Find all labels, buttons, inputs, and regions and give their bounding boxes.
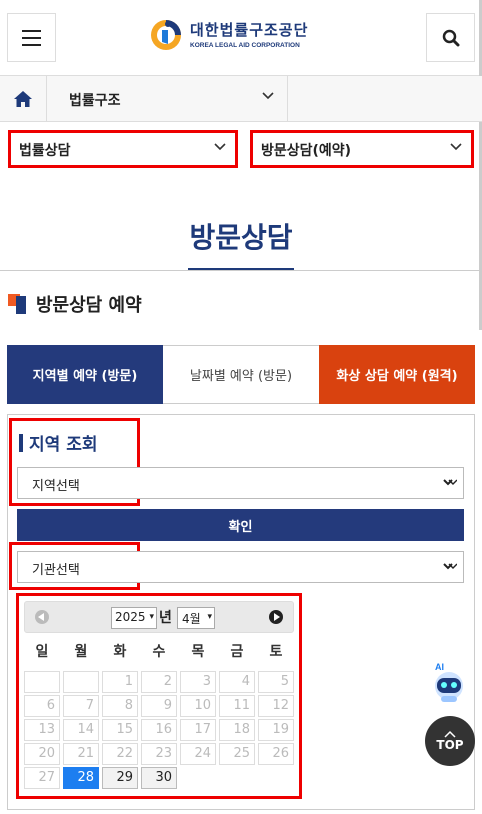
menu-button[interactable] <box>7 13 56 62</box>
breadcrumb-level1-label: 법률구조 <box>69 93 121 109</box>
logo-title: 대한법률구조공단 <box>190 21 309 39</box>
chevron-down-icon <box>443 479 457 486</box>
calendar-day: 3 <box>180 671 216 693</box>
calendar-day: 11 <box>219 695 255 717</box>
calendar-day: 27 <box>24 767 60 789</box>
prev-month-icon[interactable] <box>35 610 49 624</box>
scroll-top-label: TOP <box>436 738 464 752</box>
page-title: 방문상담 <box>189 221 293 254</box>
weekday-label: 월 <box>74 644 88 660</box>
section-square-icon <box>8 294 28 314</box>
calendar-day: 12 <box>258 695 294 717</box>
breadcrumb-level2-select[interactable]: 법률상담 <box>8 130 238 168</box>
year-suffix: 년 <box>159 610 172 626</box>
organization-select-value: 기관선택 <box>32 563 80 578</box>
calendar-day: 26 <box>258 743 294 765</box>
tab-video-remote[interactable]: 화상 상담 예약 (원격) <box>319 345 475 404</box>
calendar-day: 10 <box>180 695 216 717</box>
next-month-icon[interactable] <box>269 610 283 624</box>
calendar-header: 2025 ▾ 년 4월 ▾ <box>24 601 294 633</box>
breadcrumb-level3-label: 방문상담(예약) <box>261 143 352 159</box>
calendar-day: 5 <box>258 671 294 693</box>
home-button[interactable] <box>0 76 47 121</box>
section-title: 방문상담 예약 <box>36 295 142 316</box>
breadcrumb-level1-select[interactable]: 법률구조 <box>47 76 288 121</box>
search-button[interactable] <box>426 13 475 62</box>
calendar-day: 18 <box>219 719 255 741</box>
calendar-day: 16 <box>141 719 177 741</box>
calendar-day: 7 <box>63 695 99 717</box>
home-icon <box>14 90 32 107</box>
calendar-day <box>24 671 60 693</box>
hamburger-icon <box>22 29 41 32</box>
calendar-day: 23 <box>141 743 177 765</box>
tab-region-visit[interactable]: 지역별 예약 (방문) <box>7 345 163 404</box>
calendar: 2025 ▾ 년 4월 ▾ 일월화수목금토 1 2 3 4 5 6 7 8 9 10 11 12 13 1… <box>20 597 296 793</box>
calendar-day: 1 <box>102 671 138 693</box>
breadcrumb: 법률구조 <box>0 76 482 122</box>
weekday-label: 금 <box>230 644 244 660</box>
calendar-day <box>63 671 99 693</box>
calendar-day: 8 <box>102 695 138 717</box>
divider <box>0 270 482 271</box>
calendar-day: 2 <box>141 671 177 693</box>
organization-select[interactable]: 기관선택 <box>17 551 464 583</box>
chevron-down-icon: ▾ <box>149 612 154 622</box>
region-heading: 지역 조회 <box>19 430 97 455</box>
calendar-day[interactable]: 28 <box>63 767 99 789</box>
breadcrumb-level2-label: 법률상담 <box>19 143 71 159</box>
calendar-day: 20 <box>24 743 60 765</box>
site-logo[interactable]: 대한법률구조공단 KOREA LEGAL AID CORPORATION <box>148 16 308 52</box>
calendar-day: 24 <box>180 743 216 765</box>
calendar-day: 17 <box>180 719 216 741</box>
month-select[interactable]: 4월 ▾ <box>177 607 215 629</box>
calendar-day: 4 <box>219 671 255 693</box>
confirm-button[interactable]: 확인 <box>17 509 464 541</box>
calendar-day: 6 <box>24 695 60 717</box>
weekday-label: 수 <box>152 644 166 660</box>
search-icon <box>442 29 459 46</box>
reservation-tabs: 지역별 예약 (방문) 날짜별 예약 (방문) 화상 상담 예약 (원격) <box>7 345 475 404</box>
calendar-day: 25 <box>219 743 255 765</box>
logo-subtitle: KOREA LEGAL AID CORPORATION <box>190 42 300 49</box>
chevron-down-icon <box>450 143 462 151</box>
calendar-day[interactable]: 30 <box>141 767 177 789</box>
region-select[interactable]: 지역선택 <box>17 467 464 499</box>
weekday-label: 토 <box>269 644 283 660</box>
site-header: 대한법률구조공단 KOREA LEGAL AID CORPORATION <box>0 0 482 76</box>
chevron-down-icon <box>262 92 274 100</box>
region-select-value: 지역선택 <box>32 479 80 494</box>
logo-emblem-icon <box>151 20 181 50</box>
weekday-label: 일 <box>35 644 49 660</box>
svg-text:AI: AI <box>435 662 444 672</box>
breadcrumb-level3-select[interactable]: 방문상담(예약) <box>250 130 474 168</box>
year-select[interactable]: 2025 ▾ <box>111 607 157 629</box>
weekday-label: 화 <box>113 644 127 660</box>
chevron-up-icon <box>444 730 456 738</box>
tab-date-visit[interactable]: 날짜별 예약 (방문) <box>163 345 319 404</box>
calendar-day: 21 <box>63 743 99 765</box>
section-heading: 방문상담 예약 <box>8 291 142 317</box>
calendar-day: 14 <box>63 719 99 741</box>
scroll-top-button[interactable]: TOP <box>425 716 475 766</box>
region-heading-label: 지역 조회 <box>29 435 98 455</box>
chevron-down-icon <box>443 563 457 570</box>
chevron-down-icon <box>214 143 226 151</box>
ai-chatbot-icon[interactable]: AI <box>428 660 470 704</box>
calendar-day: 13 <box>24 719 60 741</box>
weekday-label: 목 <box>191 644 205 660</box>
chevron-down-icon: ▾ <box>207 612 212 622</box>
calendar-day: 19 <box>258 719 294 741</box>
calendar-day[interactable]: 29 <box>102 767 138 789</box>
calendar-day: 9 <box>141 695 177 717</box>
calendar-day: 22 <box>102 743 138 765</box>
calendar-day: 15 <box>102 719 138 741</box>
